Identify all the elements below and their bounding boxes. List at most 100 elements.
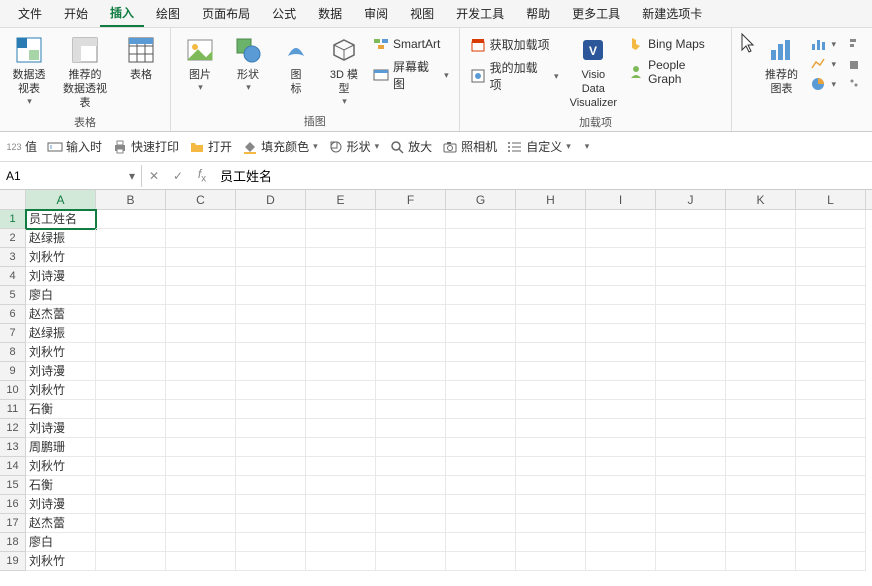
cell[interactable] (726, 457, 796, 476)
cell[interactable] (166, 267, 236, 286)
cell[interactable]: 石衡 (26, 400, 96, 419)
cell[interactable] (96, 514, 166, 533)
cell[interactable] (166, 324, 236, 343)
cell[interactable] (236, 229, 306, 248)
cell[interactable] (376, 248, 446, 267)
menu-item-12[interactable]: 新建选项卡 (632, 1, 712, 26)
cell[interactable] (586, 324, 656, 343)
cell[interactable] (516, 210, 586, 229)
cell[interactable] (236, 400, 306, 419)
cell[interactable] (446, 419, 516, 438)
cell[interactable] (586, 286, 656, 305)
col-header-E[interactable]: E (306, 190, 376, 209)
cell[interactable] (236, 248, 306, 267)
cell[interactable] (306, 438, 376, 457)
cell[interactable] (236, 324, 306, 343)
col-header-D[interactable]: D (236, 190, 306, 209)
cell[interactable] (586, 362, 656, 381)
cell[interactable] (96, 495, 166, 514)
cell[interactable] (656, 476, 726, 495)
cell[interactable] (236, 381, 306, 400)
cell[interactable] (306, 419, 376, 438)
cancel-button[interactable]: ✕ (142, 169, 166, 183)
cell[interactable] (96, 286, 166, 305)
cell[interactable] (96, 457, 166, 476)
cell[interactable] (796, 324, 866, 343)
column-chart-button[interactable]: ▾ (810, 34, 836, 54)
cell[interactable] (516, 400, 586, 419)
cell[interactable] (306, 457, 376, 476)
pivot-table-button[interactable]: 数据透 视表▾ (6, 32, 52, 109)
cell[interactable] (236, 343, 306, 362)
row-header[interactable]: 19 (0, 552, 26, 571)
cell[interactable] (166, 419, 236, 438)
scatter-chart-button[interactable] (846, 74, 862, 94)
cell[interactable] (166, 533, 236, 552)
cell[interactable] (516, 476, 586, 495)
cell[interactable]: 周鹏珊 (26, 438, 96, 457)
cell[interactable] (96, 305, 166, 324)
cell[interactable] (236, 476, 306, 495)
cell[interactable] (656, 438, 726, 457)
row-header[interactable]: 5 (0, 286, 26, 305)
cell[interactable] (446, 514, 516, 533)
cell[interactable] (446, 533, 516, 552)
cell[interactable] (96, 419, 166, 438)
cell[interactable] (306, 514, 376, 533)
cell[interactable] (376, 286, 446, 305)
cell[interactable] (166, 286, 236, 305)
3d-model-button[interactable]: 3D 模 型▾ (321, 32, 367, 109)
cell[interactable] (236, 419, 306, 438)
cell[interactable] (376, 514, 446, 533)
cell[interactable] (96, 400, 166, 419)
cell[interactable] (586, 400, 656, 419)
row-header[interactable]: 13 (0, 438, 26, 457)
cell[interactable] (376, 210, 446, 229)
cell[interactable] (656, 457, 726, 476)
cell[interactable]: 刘诗漫 (26, 419, 96, 438)
col-header-A[interactable]: A (26, 190, 96, 209)
cell[interactable] (656, 324, 726, 343)
cell[interactable] (236, 305, 306, 324)
cell[interactable] (376, 476, 446, 495)
cell[interactable] (726, 343, 796, 362)
cell[interactable] (586, 267, 656, 286)
menu-item-4[interactable]: 页面布局 (192, 1, 260, 26)
cell[interactable] (516, 324, 586, 343)
cell[interactable] (796, 495, 866, 514)
cell[interactable] (726, 514, 796, 533)
cell[interactable] (516, 305, 586, 324)
cell[interactable] (446, 286, 516, 305)
cell[interactable] (796, 381, 866, 400)
cell[interactable] (656, 248, 726, 267)
menu-item-1[interactable]: 开始 (54, 1, 98, 26)
cell[interactable] (166, 229, 236, 248)
camera-button[interactable]: 照相机 (442, 138, 497, 155)
cell[interactable] (96, 552, 166, 571)
cell[interactable] (656, 267, 726, 286)
cell[interactable] (796, 457, 866, 476)
cell[interactable] (166, 210, 236, 229)
cell[interactable] (796, 248, 866, 267)
cell[interactable] (446, 229, 516, 248)
cell[interactable] (446, 324, 516, 343)
row-header[interactable]: 17 (0, 514, 26, 533)
cell[interactable] (306, 286, 376, 305)
cell[interactable] (726, 419, 796, 438)
row-header[interactable]: 1 (0, 210, 26, 229)
cell[interactable] (306, 267, 376, 286)
cell[interactable] (236, 362, 306, 381)
cell[interactable] (726, 305, 796, 324)
cell[interactable] (516, 229, 586, 248)
cell[interactable] (166, 476, 236, 495)
cell[interactable] (376, 419, 446, 438)
cell[interactable] (586, 305, 656, 324)
smartart-button[interactable]: SmartArt (373, 34, 449, 54)
cell[interactable]: 赵绿振 (26, 324, 96, 343)
cell[interactable]: 刘诗漫 (26, 495, 96, 514)
cell[interactable]: 廖白 (26, 533, 96, 552)
area-chart-button[interactable] (846, 54, 862, 74)
cell[interactable] (586, 229, 656, 248)
cell[interactable] (376, 324, 446, 343)
cell[interactable] (166, 438, 236, 457)
